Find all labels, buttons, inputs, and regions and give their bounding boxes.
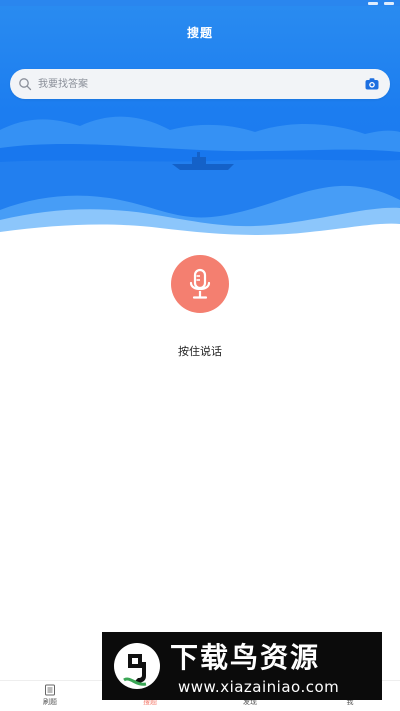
header-banner: 搜题: [0, 0, 400, 245]
watermark-url: www.xiazainiao.com: [178, 678, 340, 696]
tab-label: 刷题: [43, 698, 57, 706]
search-input[interactable]: [38, 75, 348, 93]
watermark-title: 下载鸟资源: [170, 641, 321, 674]
watermark-banner: 下载鸟资源 www.xiazainiao.com: [102, 632, 382, 700]
search-icon: [19, 78, 32, 91]
page-title: 搜题: [186, 26, 213, 40]
tab-practice[interactable]: 刷题: [20, 684, 80, 707]
microphone-icon: [189, 268, 211, 299]
voice-record-button[interactable]: [171, 255, 229, 313]
list-icon: [45, 684, 55, 696]
status-icons: [368, 0, 394, 6]
camera-icon[interactable]: [364, 76, 380, 92]
signal-icon: [368, 1, 378, 5]
status-bar: [0, 0, 400, 6]
battery-icon: [384, 1, 394, 5]
sea-illustration: [0, 116, 400, 245]
search-bar[interactable]: [10, 69, 390, 99]
voice-record-label: 按住说话: [178, 345, 222, 358]
bird-logo-icon: [114, 643, 160, 689]
